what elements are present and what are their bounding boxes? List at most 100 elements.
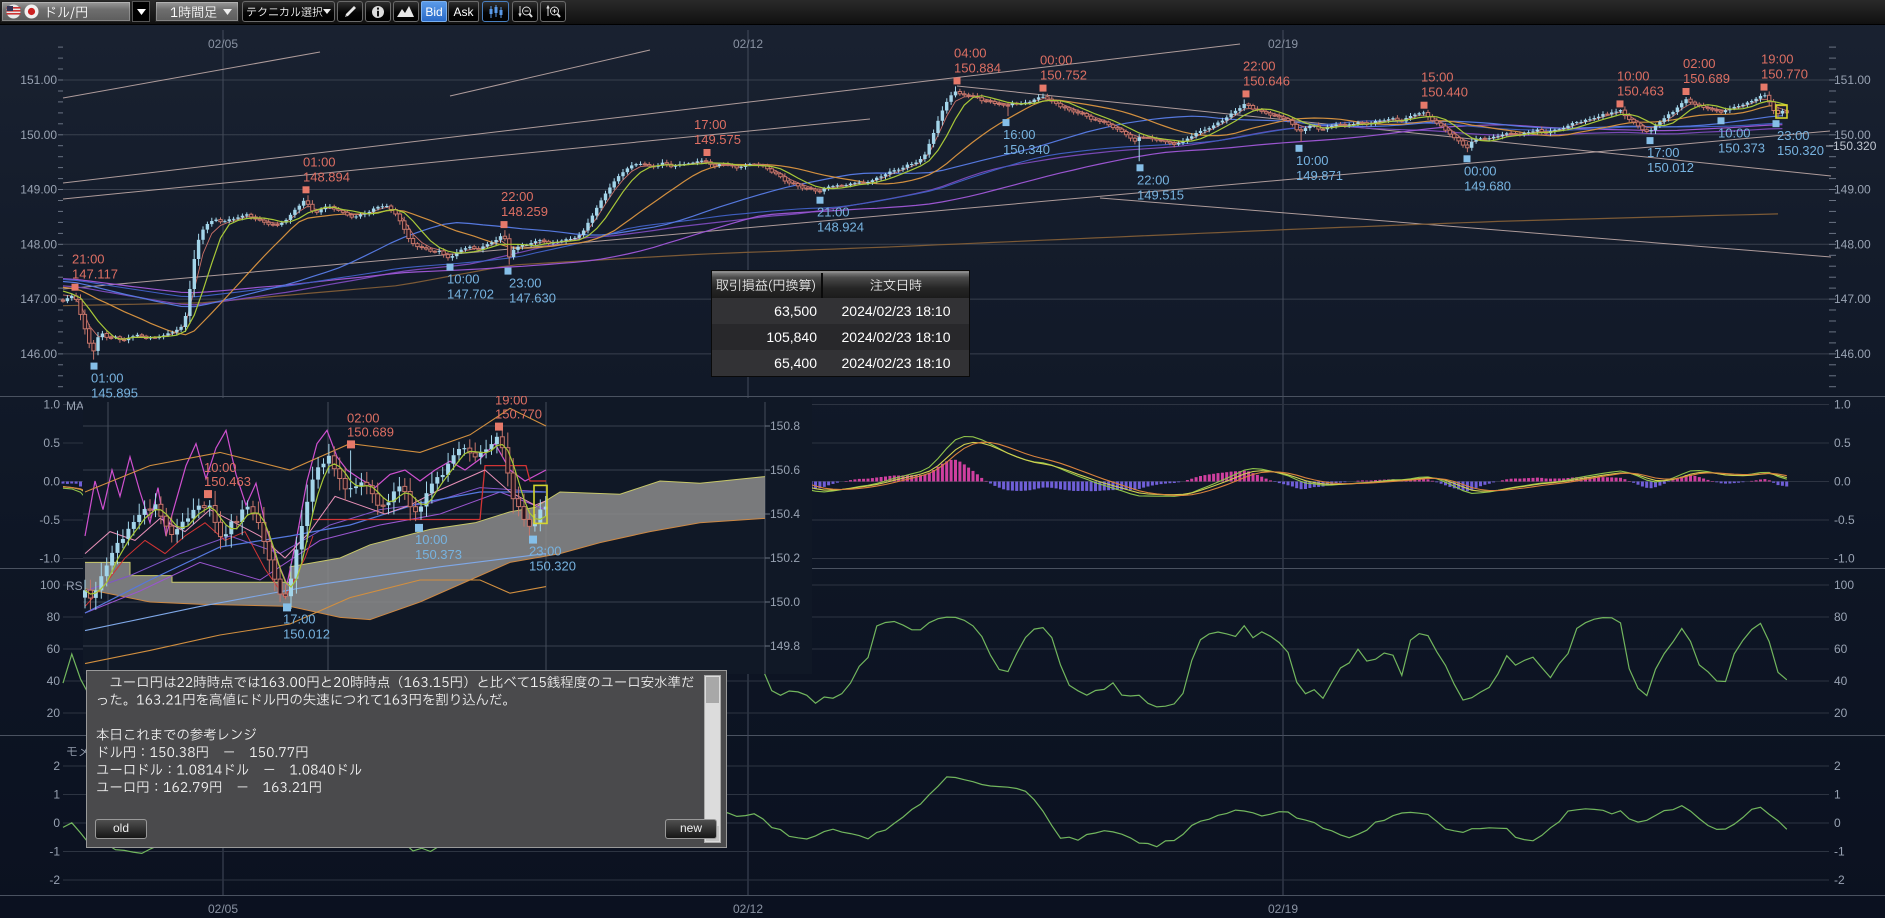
- svg-text:0.0: 0.0: [43, 475, 60, 489]
- svg-text:150.320: 150.320: [1777, 143, 1824, 158]
- svg-text:0.0: 0.0: [1834, 475, 1851, 489]
- svg-text:150.340: 150.340: [1003, 142, 1050, 157]
- svg-text:150.689: 150.689: [347, 424, 394, 439]
- svg-text:146.00: 146.00: [20, 347, 57, 361]
- svg-text:02/05: 02/05: [208, 902, 238, 916]
- svg-text:-1.0: -1.0: [1834, 552, 1855, 566]
- svg-text:10:00: 10:00: [447, 272, 480, 287]
- svg-text:2: 2: [53, 759, 60, 773]
- svg-text:150.689: 150.689: [1683, 71, 1730, 86]
- svg-text:10:00: 10:00: [1296, 153, 1329, 168]
- svg-text:149.00: 149.00: [1834, 183, 1871, 197]
- svg-text:-0.5: -0.5: [1834, 513, 1855, 527]
- svg-text:150.8: 150.8: [770, 419, 800, 433]
- svg-text:148.00: 148.00: [20, 237, 57, 251]
- svg-text:100: 100: [40, 578, 60, 592]
- svg-text:02/19: 02/19: [1268, 902, 1298, 916]
- svg-text:149.8: 149.8: [770, 639, 800, 653]
- svg-text:10:00: 10:00: [204, 460, 237, 475]
- svg-text:100: 100: [1834, 578, 1854, 592]
- svg-text:150.320: 150.320: [1833, 139, 1877, 153]
- svg-text:20: 20: [1834, 706, 1848, 720]
- svg-text:147.00: 147.00: [20, 292, 57, 306]
- svg-text:1.0: 1.0: [43, 398, 60, 412]
- svg-text:150.012: 150.012: [283, 626, 330, 641]
- svg-text:-2: -2: [1834, 873, 1845, 887]
- svg-text:150.0: 150.0: [770, 595, 800, 609]
- svg-text:02:00: 02:00: [1683, 56, 1716, 71]
- svg-text:22:00: 22:00: [1243, 58, 1276, 73]
- svg-text:16:00: 16:00: [1003, 127, 1036, 142]
- svg-text:21:00: 21:00: [817, 205, 850, 220]
- svg-text:1.0: 1.0: [1834, 398, 1851, 412]
- svg-text:147.00: 147.00: [1834, 292, 1871, 306]
- svg-text:150.320: 150.320: [529, 559, 576, 574]
- svg-text:150.463: 150.463: [204, 474, 251, 489]
- svg-text:-1.0: -1.0: [39, 552, 60, 566]
- svg-text:2: 2: [1834, 759, 1841, 773]
- svg-text:22:00: 22:00: [1137, 172, 1170, 187]
- svg-text:02/05: 02/05: [208, 37, 238, 51]
- svg-text:10:00: 10:00: [1617, 68, 1650, 83]
- svg-text:150.6: 150.6: [770, 463, 800, 477]
- svg-text:19:00: 19:00: [1761, 52, 1794, 67]
- svg-text:60: 60: [47, 642, 61, 656]
- svg-text:150.770: 150.770: [495, 407, 542, 422]
- svg-text:150.012: 150.012: [1647, 160, 1694, 175]
- svg-text:40: 40: [47, 674, 61, 688]
- svg-text:00:00: 00:00: [1464, 163, 1497, 178]
- svg-text:-0.5: -0.5: [39, 513, 60, 527]
- svg-text:149.515: 149.515: [1137, 187, 1184, 202]
- svg-text:149.00: 149.00: [20, 183, 57, 197]
- svg-text:151.00: 151.00: [1834, 73, 1871, 87]
- svg-text:150.646: 150.646: [1243, 73, 1290, 88]
- svg-text:-1: -1: [1834, 845, 1845, 859]
- svg-text:20: 20: [47, 706, 61, 720]
- svg-text:04:00: 04:00: [954, 45, 987, 60]
- svg-text:17:00: 17:00: [1647, 145, 1680, 160]
- svg-text:150.4: 150.4: [770, 507, 800, 521]
- svg-text:17:00: 17:00: [694, 117, 727, 132]
- svg-text:148.259: 148.259: [501, 204, 548, 219]
- svg-text:02:00: 02:00: [347, 410, 380, 425]
- svg-text:21:00: 21:00: [72, 252, 105, 267]
- svg-text:0: 0: [53, 816, 60, 830]
- svg-text:15:00: 15:00: [1421, 70, 1454, 85]
- svg-text:02/12: 02/12: [733, 37, 763, 51]
- svg-text:150.752: 150.752: [1040, 68, 1087, 83]
- svg-text:149.680: 149.680: [1464, 178, 1511, 193]
- svg-text:22:00: 22:00: [501, 189, 534, 204]
- svg-text:150.373: 150.373: [415, 547, 462, 562]
- svg-text:150.440: 150.440: [1421, 85, 1468, 100]
- svg-text:147.117: 147.117: [72, 267, 118, 282]
- svg-text:-1: -1: [49, 845, 60, 859]
- svg-text:149.871: 149.871: [1296, 168, 1343, 183]
- svg-text:02/19: 02/19: [1268, 37, 1298, 51]
- svg-text:23:00: 23:00: [529, 544, 562, 559]
- svg-text:150.770: 150.770: [1761, 67, 1808, 82]
- svg-text:10:00: 10:00: [415, 532, 448, 547]
- svg-text:40: 40: [1834, 674, 1848, 688]
- svg-text:148.00: 148.00: [1834, 237, 1871, 251]
- svg-text:150.2: 150.2: [770, 551, 800, 565]
- svg-text:0.5: 0.5: [1834, 436, 1851, 450]
- svg-text:150.373: 150.373: [1718, 140, 1765, 155]
- svg-text:01:00: 01:00: [91, 371, 124, 386]
- svg-text:147.630: 147.630: [509, 291, 556, 306]
- svg-text:10:00: 10:00: [1718, 125, 1751, 140]
- svg-text:150.884: 150.884: [954, 60, 1001, 75]
- svg-text:150.463: 150.463: [1617, 83, 1664, 98]
- svg-text:-2: -2: [49, 873, 60, 887]
- svg-text:147.702: 147.702: [447, 287, 494, 302]
- svg-text:150.00: 150.00: [20, 128, 57, 142]
- svg-text:148.894: 148.894: [303, 169, 350, 184]
- svg-text:60: 60: [1834, 642, 1848, 656]
- svg-text:02/12: 02/12: [733, 902, 763, 916]
- svg-text:23:00: 23:00: [509, 276, 542, 291]
- svg-text:1: 1: [1834, 788, 1841, 802]
- svg-text:151.00: 151.00: [20, 73, 57, 87]
- svg-text:80: 80: [1834, 610, 1848, 624]
- svg-text:80: 80: [47, 610, 61, 624]
- svg-text:00:00: 00:00: [1040, 53, 1073, 68]
- svg-text:MA: MA: [66, 399, 84, 413]
